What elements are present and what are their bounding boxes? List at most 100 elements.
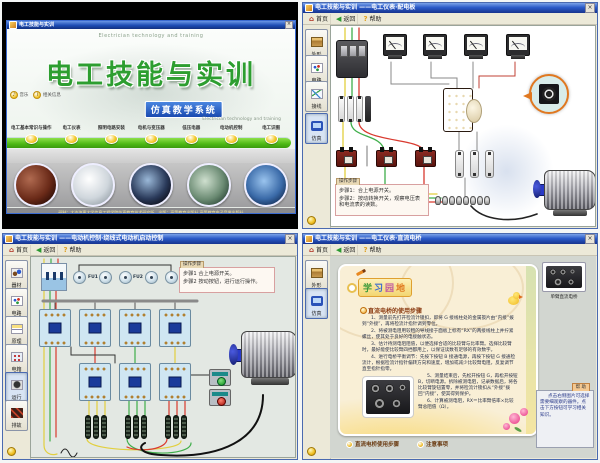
board-toolbar: ⌂首页 ◀返回 ?帮助 [303, 13, 597, 25]
menu-button[interactable] [65, 134, 78, 144]
fuse[interactable] [356, 96, 363, 122]
close-icon[interactable]: × [285, 234, 295, 244]
start-button[interactable] [217, 377, 226, 386]
help-button[interactable]: ?帮助 [361, 245, 383, 255]
fuse[interactable] [347, 96, 354, 122]
smiley-icon [307, 447, 316, 456]
bullet-icon [360, 307, 367, 314]
menu-item-diagrams[interactable]: 电工识图 [251, 125, 291, 144]
menu-button[interactable] [225, 134, 238, 144]
info-button[interactable]: i 相关信息 [33, 91, 60, 99]
help-icon: ? [63, 246, 67, 254]
back-button[interactable]: ◀返回 [334, 14, 358, 24]
motor-control-toolbar: ⌂首页 ◀返回 ?帮助 [3, 244, 297, 256]
menu-button[interactable] [145, 134, 158, 144]
home-icon: ⌂ [9, 246, 14, 254]
info-icon: i [33, 91, 41, 99]
starting-resistor [85, 415, 91, 439]
usage-steps-link[interactable]: 直流电桥使用步骤 [346, 440, 399, 448]
home-button[interactable]: ⌂首页 [7, 245, 31, 255]
back-button[interactable]: ◀返回 [34, 245, 58, 255]
fuse-label: FU2 [133, 275, 143, 280]
contactor [159, 363, 191, 401]
window-title: 电工技能与实训 ——电工仪表·直流电桥 [315, 234, 583, 244]
help-button[interactable]: ?帮助 [361, 14, 383, 24]
components-photo [244, 163, 288, 207]
menu-button[interactable] [185, 134, 198, 144]
window-icon [305, 235, 313, 243]
home-button[interactable]: ⌂首页 [307, 245, 331, 255]
contactor [119, 363, 151, 401]
sidebar-item-simulation[interactable]: 仿真 [305, 288, 328, 319]
notes-link[interactable]: 注意事项 [417, 440, 448, 448]
home-button[interactable]: ⌂首页 [307, 14, 331, 24]
chick-icon [508, 292, 520, 305]
sidebar-item-run[interactable]: 运行 [5, 372, 28, 403]
sidebar-item-circuit[interactable]: 电路 [5, 288, 28, 319]
splash-screenshot: 电工技能与实训 × Electrician technology and tra… [2, 2, 298, 229]
menu-button[interactable] [25, 134, 38, 144]
window-title: 电工技能与实训 ——电工仪表·配电板 [315, 3, 583, 13]
stop-button[interactable] [217, 397, 226, 406]
page-title: 学习园地 [358, 278, 412, 297]
fuse[interactable] [73, 271, 86, 284]
fuse[interactable] [119, 271, 132, 284]
close-icon[interactable]: × [585, 234, 595, 244]
menu-item-basics[interactable]: 电工基本常识与操作 [11, 125, 52, 144]
main-breaker[interactable] [336, 40, 368, 78]
starting-resistor [101, 415, 107, 439]
bridge-thumbnail[interactable] [542, 262, 586, 292]
sidebar-item-appearance[interactable]: 外形 [305, 260, 328, 291]
box-icon [311, 268, 323, 278]
bottom-links: 直流电桥使用步骤 注意事项 [346, 440, 448, 448]
fuse-link [455, 150, 464, 178]
home-icon: ⌂ [309, 15, 314, 23]
changeover-switch[interactable] [443, 88, 473, 132]
bridge-titlebar: 电工技能与实训 ——电工仪表·直流电桥 × [303, 234, 597, 244]
meter-photo [71, 163, 115, 207]
starting-resistor [125, 415, 131, 439]
divider-band [7, 149, 295, 163]
smiley-icon [307, 216, 316, 225]
sidebar-item-wiring[interactable]: 接线 [305, 81, 328, 112]
start-button-box[interactable] [209, 369, 231, 386]
stop-button-box[interactable] [209, 389, 231, 406]
menu-button[interactable] [105, 134, 118, 144]
menu-button[interactable] [265, 134, 278, 144]
music-button[interactable]: ♪ 音乐 [10, 91, 28, 99]
fuse[interactable] [165, 271, 178, 284]
circuit-icon [311, 63, 323, 73]
bridge-window: 电工技能与实训 ——电工仪表·直流电桥 × ⌂首页 ◀返回 ?帮助 外形 仿真 [302, 233, 598, 460]
motor [231, 329, 296, 385]
back-icon: ◀ [336, 15, 341, 23]
run-icon [11, 380, 23, 390]
menu-item-motors-transformers[interactable]: 电机与变压器 [131, 125, 171, 144]
fuse-link [470, 150, 479, 178]
back-button[interactable]: ◀返回 [334, 245, 358, 255]
close-icon[interactable]: × [585, 3, 595, 13]
sidebar-item-troubleshoot[interactable]: 排故 [5, 400, 28, 431]
sidebar-item-equipment[interactable]: 器材 [5, 260, 28, 291]
menu-item-lighting[interactable]: 照明电路安装 [91, 125, 131, 144]
subtitle-badge: 仿真教学系统 [145, 101, 223, 118]
sidebar-item-panel-box[interactable]: 电箱 [5, 344, 28, 375]
main-breaker[interactable] [41, 263, 67, 291]
splash-window: 电工技能与实训 × Electrician technology and tra… [6, 20, 296, 214]
sidebar-item-simulation[interactable]: 仿真 [305, 113, 328, 144]
help-button[interactable]: ?帮助 [61, 245, 83, 255]
menu-item-motor-control[interactable]: 电动机控制 [211, 125, 251, 144]
fuse[interactable] [99, 271, 112, 284]
window-icon [305, 4, 313, 12]
sidebar-item-principle[interactable]: 原理 [5, 316, 28, 347]
starting-resistor [133, 415, 139, 439]
fuse[interactable] [338, 96, 345, 122]
menu-item-instruments[interactable]: 电工仪表 [52, 125, 92, 144]
switch-knob [466, 99, 482, 123]
contactor [79, 363, 111, 401]
fuse-dark[interactable] [365, 96, 371, 122]
product-gallery [7, 163, 295, 207]
english-subtitle: Electrician technology and training [202, 117, 281, 122]
menu-item-lv-apparatus[interactable]: 低压电器 [171, 125, 211, 144]
close-icon[interactable]: × [285, 21, 293, 29]
fuse[interactable] [145, 271, 158, 284]
